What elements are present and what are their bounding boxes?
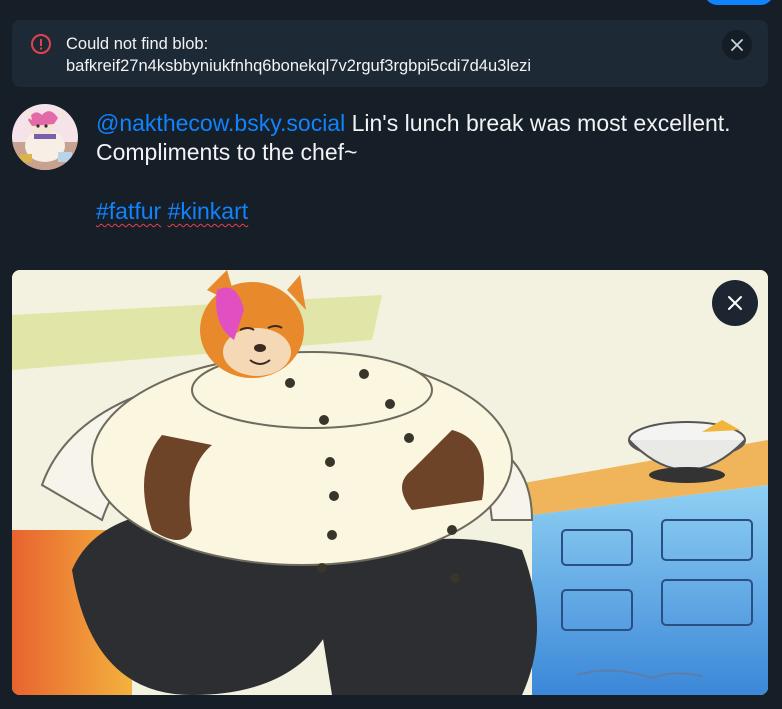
error-banner: Could not find blob: bafkreif27n4ksbbyni… [12,20,768,87]
error-message: Could not find blob: bafkreif27n4ksbbyni… [66,33,706,77]
post-text-line2: Compliments to the chef~ [96,139,358,165]
alert-circle-icon [31,34,51,54]
close-icon [731,39,743,51]
remove-image-button[interactable] [712,280,758,326]
hashtag-link[interactable]: #kinkart [168,198,249,224]
hashtags: #fatfur #kinkart [96,197,756,226]
dismiss-error-button[interactable] [722,30,752,60]
top-action-button[interactable] [704,0,774,5]
post-text: @nakthecow.bsky.social Lin's lunch break… [96,109,756,226]
attached-image[interactable] [12,270,768,695]
avatar[interactable] [12,104,78,170]
error-blob-id: bafkreif27n4ksbbyniukfnhq6bonekql7v2rguf… [66,57,532,75]
mention-link[interactable]: @nakthecow.bsky.social [96,110,345,136]
post-text-line1: Lin's lunch break was most excellent. [345,110,731,136]
hashtag-link[interactable]: #fatfur [96,198,161,224]
error-title: Could not find blob: [66,35,209,53]
artwork-illustration [12,270,768,695]
close-icon [728,296,742,310]
